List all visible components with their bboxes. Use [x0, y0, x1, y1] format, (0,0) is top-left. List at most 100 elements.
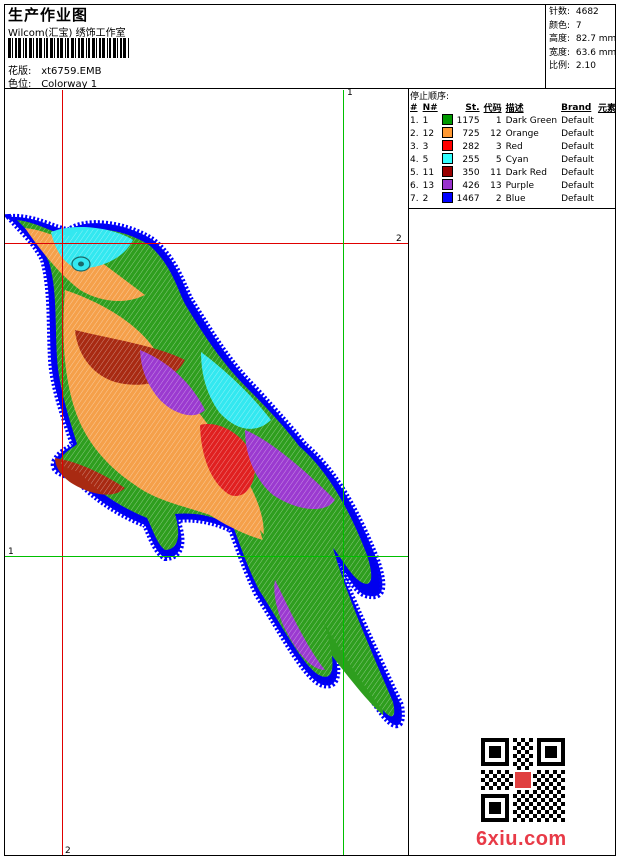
row-index: 4.: [410, 154, 419, 165]
color-swatch: [441, 127, 453, 138]
company-name: Wilcom(汇宝) 绣饰工作室: [8, 28, 126, 39]
row-n: 2: [422, 193, 429, 204]
red-guide-horizontal: [5, 243, 408, 244]
row-swatch: [440, 140, 455, 153]
row-swatch: [440, 114, 455, 127]
row-code: 13: [490, 180, 502, 191]
row-element: [596, 179, 618, 192]
color-swatch: [441, 179, 453, 190]
row-n: 1: [422, 115, 429, 126]
stat-stitches: 针数: 4682: [549, 7, 599, 17]
row-element: [596, 140, 618, 153]
guide-label-bottom: 2: [65, 846, 71, 856]
guide-label-left: 1: [8, 547, 14, 557]
design-canvas: [5, 213, 405, 729]
row-index: 1.: [410, 115, 419, 126]
red-guide-vertical: [62, 90, 63, 855]
col-stitches: St.: [465, 102, 480, 113]
row-brand: Default: [561, 167, 594, 178]
row-stitches: 282: [462, 141, 480, 152]
row-element: [596, 166, 618, 179]
row-desc: Blue: [505, 193, 526, 204]
row-desc: Purple: [505, 180, 535, 191]
col-code: 代码: [483, 104, 502, 114]
row-brand: Default: [561, 128, 594, 139]
barcode: [8, 38, 129, 58]
row-index: 2.: [410, 128, 419, 139]
color-table-row: 4. 5 255 5 Cyan Default: [408, 153, 618, 166]
row-brand: Default: [561, 141, 594, 152]
row-brand: Default: [561, 193, 594, 204]
row-swatch: [440, 192, 455, 205]
row-element: [596, 127, 618, 140]
col-desc: 描述: [505, 104, 524, 114]
row-code: 3: [495, 141, 502, 152]
row-code: 2: [495, 193, 502, 204]
row-swatch: [440, 179, 455, 192]
row-index: 7.: [410, 193, 419, 204]
table-divider: [408, 208, 616, 209]
stat-height: 高度: 82.7 mm: [549, 34, 617, 45]
col-element: 元素: [597, 104, 616, 114]
row-brand: Default: [561, 154, 594, 165]
row-stitches: 1467: [456, 193, 480, 204]
row-stitches: 426: [462, 180, 480, 191]
stat-scale: 比例: 2.10: [549, 61, 596, 72]
color-swatch: [441, 192, 453, 203]
row-element: [596, 192, 618, 205]
color-table: # N# St. 代码 描述 Brand 元素 1. 1 1175 1 Dark Gre…: [408, 101, 618, 205]
stats-divider: [545, 4, 546, 88]
row-code: 12: [490, 128, 502, 139]
row-brand: Default: [561, 115, 594, 126]
colorway-value: Colorway 1: [41, 79, 98, 90]
green-guide-horizontal: [5, 556, 408, 557]
row-n: 12: [422, 128, 435, 139]
color-table-row: 7. 2 1467 2 Blue Default: [408, 192, 618, 205]
color-table-row: 1. 1 1175 1 Dark Green Default: [408, 114, 618, 127]
row-code: 5: [495, 154, 502, 165]
row-stitches: 255: [462, 154, 480, 165]
row-element: [596, 114, 618, 127]
stat-width: 宽度: 63.6 mm: [549, 47, 617, 58]
row-code: 1: [495, 115, 502, 126]
col-index: #: [410, 102, 418, 113]
row-stitches: 725: [462, 128, 480, 139]
guide-label-top: 1: [347, 88, 353, 98]
row-desc: Cyan: [505, 154, 529, 165]
color-table-row: 3. 3 282 3 Red Default: [408, 140, 618, 153]
color-swatch: [441, 166, 453, 177]
row-desc: Red: [505, 141, 523, 152]
row-swatch: [440, 127, 455, 140]
row-element: [596, 153, 618, 166]
color-swatch: [441, 114, 453, 125]
row-n: 11: [422, 167, 435, 178]
page-title: 生产作业图: [8, 6, 89, 24]
color-swatch: [441, 153, 453, 164]
colorway-row: 色位: Colorway 1: [8, 75, 97, 90]
row-desc: Orange: [505, 128, 539, 139]
watermark-text: 6xiu.com: [476, 828, 567, 850]
row-desc: Dark Red: [505, 167, 547, 178]
row-code: 11: [490, 167, 502, 178]
stats-panel: 针数: 4682 颜色: 7 高度: 82.7 mm 宽度: 63.6 mm 比…: [549, 6, 616, 74]
row-n: 5: [422, 154, 429, 165]
qr-code: [481, 738, 565, 822]
row-stitches: 350: [462, 167, 480, 178]
row-index: 6.: [410, 180, 419, 191]
row-desc: Dark Green: [505, 115, 558, 126]
row-index: 3.: [410, 141, 419, 152]
color-table-row: 2. 12 725 12 Orange Default: [408, 127, 618, 140]
green-guide-vertical: [343, 90, 344, 855]
color-table-row: 6. 13 426 13 Purple Default: [408, 179, 618, 192]
row-swatch: [440, 166, 455, 179]
row-stitches: 1175: [456, 115, 480, 126]
color-swatch: [441, 140, 453, 151]
stat-colors: 颜色: 7: [549, 20, 582, 31]
row-n: 13: [422, 180, 435, 191]
row-brand: Default: [561, 180, 594, 191]
row-swatch: [440, 153, 455, 166]
col-n: N#: [422, 102, 438, 113]
color-table-header: # N# St. 代码 描述 Brand 元素: [408, 101, 618, 115]
row-index: 5.: [410, 167, 419, 178]
guide-label-right: 2: [396, 234, 402, 244]
